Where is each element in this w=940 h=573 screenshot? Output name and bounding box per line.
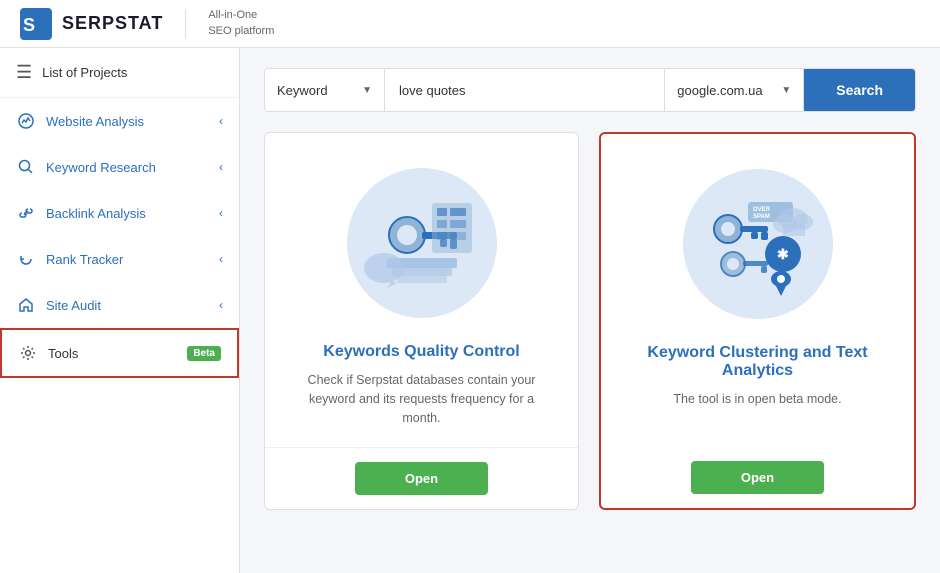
keyword-clustering-desc: The tool is in open beta mode. bbox=[673, 390, 841, 409]
keywords-quality-title: Keywords Quality Control bbox=[323, 343, 519, 361]
keywords-quality-illustration bbox=[342, 163, 502, 323]
sidebar-hamburger[interactable]: ☰ List of Projects bbox=[0, 48, 239, 98]
chevron-icon-backlink: ‹ bbox=[219, 206, 223, 220]
svg-text:S: S bbox=[23, 15, 35, 35]
app-layout: ☰ List of Projects Website Analysis ‹ bbox=[0, 48, 940, 573]
sidebar: ☰ List of Projects Website Analysis ‹ bbox=[0, 48, 240, 573]
sidebar-item-website-analysis[interactable]: Website Analysis ‹ bbox=[0, 98, 239, 144]
search-engine-value: google.com.ua bbox=[677, 83, 781, 98]
search-button[interactable]: Search bbox=[804, 69, 915, 111]
logo-subtitle: All-in-One SEO platform bbox=[208, 8, 274, 39]
svg-text:✱: ✱ bbox=[777, 246, 789, 262]
sidebar-item-site-audit-label: Site Audit bbox=[46, 298, 219, 313]
sidebar-item-tools-label: Tools bbox=[48, 346, 181, 361]
sidebar-item-rank-tracker-label: Rank Tracker bbox=[46, 252, 219, 267]
hamburger-icon: ☰ bbox=[16, 62, 32, 83]
sidebar-item-keyword-research[interactable]: Keyword Research ‹ bbox=[0, 144, 239, 190]
main-content: Keyword ▼ google.com.ua ▼ Search bbox=[240, 48, 940, 573]
tools-cards: Keywords Quality Control Check if Serpst… bbox=[264, 132, 916, 510]
search-engine-arrow-icon: ▼ bbox=[781, 85, 791, 96]
logo-divider bbox=[185, 9, 186, 39]
app-header: S SERPSTAT All-in-One SEO platform bbox=[0, 0, 940, 48]
logo-text: SERPSTAT bbox=[62, 13, 163, 34]
chart-icon bbox=[16, 111, 36, 131]
sidebar-item-site-audit[interactable]: Site Audit ‹ bbox=[0, 282, 239, 328]
keywords-quality-footer: Open bbox=[265, 447, 578, 509]
keywords-quality-desc: Check if Serpstat databases contain your… bbox=[289, 371, 554, 427]
search-engine-dropdown[interactable]: google.com.ua ▼ bbox=[664, 69, 804, 111]
keyword-clustering-card-body: ✱ OVER SPAM bbox=[601, 134, 914, 447]
list-of-projects-label: List of Projects bbox=[42, 65, 127, 80]
logo-area: S SERPSTAT All-in-One SEO platform bbox=[20, 8, 274, 40]
keywords-quality-card: Keywords Quality Control Check if Serpst… bbox=[264, 132, 579, 510]
sidebar-item-rank-tracker[interactable]: Rank Tracker ‹ bbox=[0, 236, 239, 282]
beta-badge: Beta bbox=[187, 346, 221, 361]
keyword-clustering-card: ✱ OVER SPAM bbox=[599, 132, 916, 510]
sidebar-item-tools[interactable]: Tools Beta bbox=[0, 328, 239, 378]
serpstat-logo-icon: S bbox=[20, 8, 52, 40]
link-icon bbox=[16, 203, 36, 223]
sidebar-item-backlink-analysis-label: Backlink Analysis bbox=[46, 206, 219, 221]
sidebar-item-backlink-analysis[interactable]: Backlink Analysis ‹ bbox=[0, 190, 239, 236]
chevron-icon-keyword: ‹ bbox=[219, 160, 223, 174]
keywords-quality-card-body: Keywords Quality Control Check if Serpst… bbox=[265, 133, 578, 447]
chevron-icon-audit: ‹ bbox=[219, 298, 223, 312]
keyword-clustering-open-button[interactable]: Open bbox=[691, 461, 824, 494]
chevron-icon-rank: ‹ bbox=[219, 252, 223, 266]
sidebar-item-website-analysis-label: Website Analysis bbox=[46, 114, 219, 129]
sidebar-item-keyword-research-label: Keyword Research bbox=[46, 160, 219, 175]
refresh-icon bbox=[16, 249, 36, 269]
keyword-search-icon bbox=[16, 157, 36, 177]
home-icon bbox=[16, 295, 36, 315]
keyword-clustering-title: Keyword Clustering and Text Analytics bbox=[625, 344, 890, 380]
svg-text:SPAM: SPAM bbox=[753, 214, 770, 220]
search-type-value: Keyword bbox=[277, 83, 362, 98]
chevron-icon-website: ‹ bbox=[219, 114, 223, 128]
gear-icon bbox=[18, 343, 38, 363]
search-type-arrow-icon: ▼ bbox=[362, 85, 372, 96]
keywords-quality-open-button[interactable]: Open bbox=[355, 462, 488, 495]
keyword-clustering-footer: Open bbox=[601, 447, 914, 508]
keyword-clustering-illustration: ✱ OVER SPAM bbox=[678, 164, 838, 324]
svg-text:OVER: OVER bbox=[753, 207, 771, 213]
search-type-dropdown[interactable]: Keyword ▼ bbox=[265, 69, 385, 111]
search-bar: Keyword ▼ google.com.ua ▼ Search bbox=[264, 68, 916, 112]
search-input[interactable] bbox=[385, 69, 664, 111]
